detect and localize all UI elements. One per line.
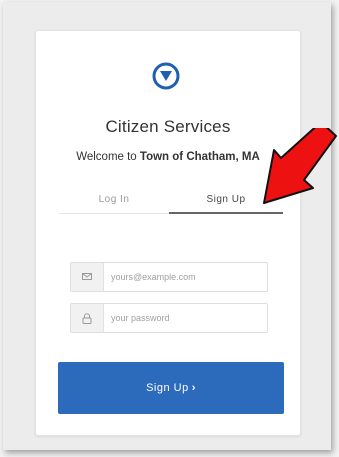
arrow-circle-logo-icon <box>152 62 180 90</box>
chevron-right-icon: › <box>191 382 196 394</box>
password-icon-box <box>71 304 104 332</box>
red-arrow-icon <box>263 128 337 204</box>
email-icon-box <box>71 263 104 291</box>
welcome-prefix: Welcome to <box>76 151 140 163</box>
sign-up-button-label: Sign Up <box>146 382 189 394</box>
lock-icon <box>82 313 92 324</box>
email-field <box>70 262 268 292</box>
organization-name: Town of Chatham, MA <box>139 151 260 163</box>
envelope-icon <box>82 273 92 280</box>
password-input[interactable] <box>111 309 261 327</box>
email-input[interactable] <box>111 268 261 286</box>
tab-log-in[interactable]: Log In <box>59 188 169 212</box>
sign-up-button[interactable]: Sign Up › <box>58 362 284 414</box>
password-field <box>70 303 268 333</box>
